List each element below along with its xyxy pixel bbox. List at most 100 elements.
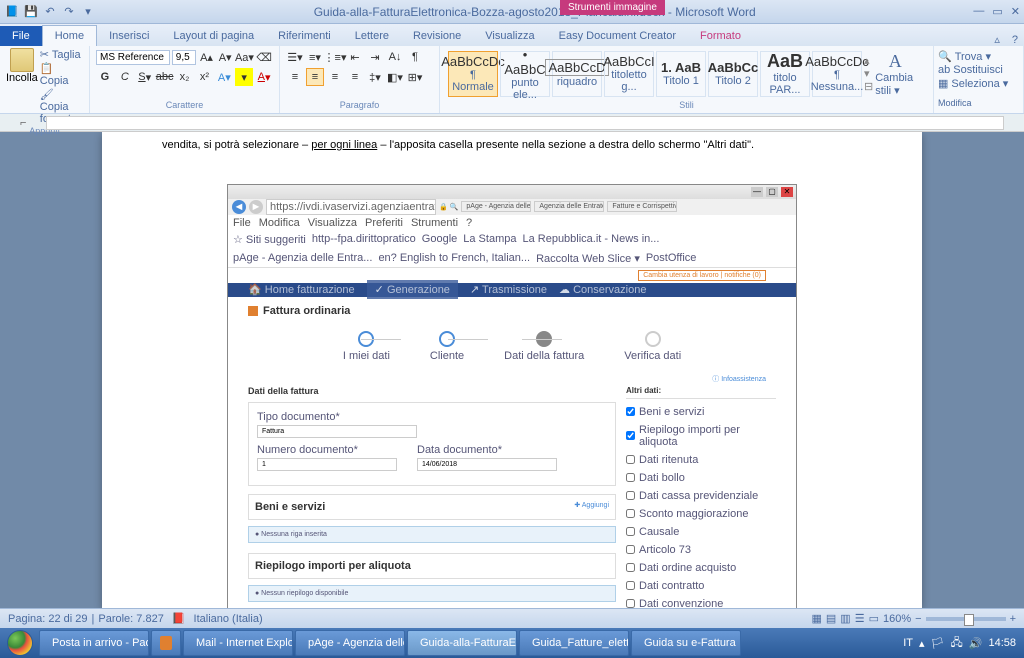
align-center-icon[interactable]: ≡ <box>306 68 324 86</box>
tray-lang[interactable]: IT <box>903 637 913 649</box>
status-page[interactable]: Pagina: 22 di 29 <box>8 613 88 625</box>
style-titoletto[interactable]: AaBbCcItitoletto g... <box>604 51 654 97</box>
view-print-icon[interactable]: ▦ <box>811 612 821 625</box>
status-words[interactable]: Parole: 7.827 <box>98 613 163 625</box>
taskbar-outlook[interactable]: Posta in arrivo - Paol... <box>39 630 149 656</box>
numbering-icon[interactable]: ≡▾ <box>306 48 324 66</box>
tab-formato[interactable]: Formato <box>688 26 753 46</box>
tab-file[interactable]: File <box>0 26 42 46</box>
taskbar-firefox[interactable] <box>151 630 181 656</box>
copy-button[interactable]: 📋 Copia <box>40 62 83 87</box>
zoom-in-icon[interactable]: + <box>1010 613 1016 625</box>
view-web-icon[interactable]: ▥ <box>840 612 850 625</box>
bullets-icon[interactable]: ☰▾ <box>286 48 304 66</box>
font-name-select[interactable]: MS Reference <box>96 50 170 65</box>
document-area[interactable]: vendita, si potrà selezionare – per ogni… <box>0 132 1024 608</box>
undo-icon[interactable]: ↶ <box>42 4 58 20</box>
font-size-select[interactable]: 9,5 <box>172 50 196 65</box>
styles-scroll[interactable]: ▴▾⊟ <box>864 54 873 93</box>
ss-tab-1: Agenzia delle Entrate - Impres... <box>534 201 604 212</box>
style-nessuna[interactable]: AaBbCcDc¶ Nessuna... <box>812 51 862 97</box>
zoom-slider[interactable] <box>926 617 1006 621</box>
group-styles: AaBbCcDc¶ Normale • AaBbCpunto ele... Aa… <box>440 46 934 113</box>
show-marks-icon[interactable]: ¶ <box>406 48 424 66</box>
ribbon-min-icon[interactable]: ▵ <box>988 33 1006 46</box>
select-button[interactable]: ▦ Seleziona ▾ <box>938 77 1019 90</box>
restore-icon[interactable]: ▭ <box>992 5 1002 18</box>
align-left-icon[interactable]: ≡ <box>286 68 304 86</box>
tab-lettere[interactable]: Lettere <box>343 26 401 46</box>
style-titolo1[interactable]: 1. AaBTitolo 1 <box>656 51 706 97</box>
status-lang[interactable]: Italiano (Italia) <box>194 613 263 625</box>
qat-more-icon[interactable]: ▾ <box>80 4 96 20</box>
minimize-icon[interactable]: ― <box>973 5 984 18</box>
borders-icon[interactable]: ⊞▾ <box>406 68 424 86</box>
paste-button[interactable]: Incolla <box>6 48 38 125</box>
tab-layout[interactable]: Layout di pagina <box>161 26 266 46</box>
view-draft-icon[interactable]: ▭ <box>869 612 879 625</box>
shrink-font-icon[interactable]: A▾ <box>217 48 234 66</box>
proofing-icon[interactable]: 📕 <box>172 612 186 625</box>
taskbar-explorer[interactable]: Guida su e-Fattura <box>631 630 741 656</box>
image-tools-tab[interactable]: Strumenti immagine <box>560 0 665 15</box>
view-outline-icon[interactable]: ☰ <box>855 612 865 625</box>
tray-flag-icon[interactable]: 🏳 <box>931 637 945 650</box>
view-read-icon[interactable]: ▤ <box>826 612 836 625</box>
tray-clock[interactable]: 14:58 <box>988 637 1016 649</box>
multilevel-icon[interactable]: ⋮≡▾ <box>326 48 344 66</box>
grow-font-icon[interactable]: A▴ <box>198 48 215 66</box>
line-spacing-icon[interactable]: ‡▾ <box>366 68 384 86</box>
subscript-button[interactable]: x₂ <box>176 68 194 86</box>
italic-button[interactable]: C <box>116 68 134 86</box>
titlebar: 📘 💾 ↶ ↷ ▾ Guida-alla-FatturaElettronica-… <box>0 0 1024 24</box>
tray-vol-icon[interactable]: 🔊 <box>969 637 983 650</box>
style-riquadro[interactable]: AaBbCcDriquadro <box>552 51 602 97</box>
bold-button[interactable]: G <box>96 68 114 86</box>
taskbar-word2[interactable]: Guida_Fatture_elettr... <box>519 630 629 656</box>
cut-button[interactable]: ✂ Taglia <box>40 48 83 61</box>
close-icon[interactable]: ✕ <box>1011 5 1020 18</box>
underline-button[interactable]: S▾ <box>136 68 154 86</box>
horizontal-ruler[interactable] <box>46 116 1004 130</box>
tab-riferimenti[interactable]: Riferimenti <box>266 26 343 46</box>
style-titolo2[interactable]: AaBbCcTitolo 2 <box>708 51 758 97</box>
highlight-icon[interactable]: ▾ <box>235 68 253 86</box>
style-punto[interactable]: • AaBbCpunto ele... <box>500 51 550 97</box>
clear-format-icon[interactable]: ⌫ <box>255 48 273 66</box>
redo-icon[interactable]: ↷ <box>61 4 77 20</box>
change-case-icon[interactable]: Aa▾ <box>235 48 253 66</box>
taskbar-ie[interactable]: Mail - Internet Explorer <box>183 630 293 656</box>
font-color-icon[interactable]: A▾ <box>255 68 273 86</box>
zoom-out-icon[interactable]: − <box>915 613 921 625</box>
start-button[interactable] <box>2 629 38 657</box>
save-icon[interactable]: 💾 <box>23 4 39 20</box>
embedded-screenshot-1[interactable]: ―▢✕ ◄ ► https://ivdi.ivaservizi.agenziae… <box>227 184 797 609</box>
replace-button[interactable]: ab Sostituisci <box>938 64 1019 76</box>
strike-button[interactable]: abc <box>156 68 174 86</box>
tab-home[interactable]: Home <box>42 25 97 46</box>
edit-label: Modifica <box>938 97 1019 109</box>
text-effects-icon[interactable]: A▾ <box>215 68 233 86</box>
tab-inserisci[interactable]: Inserisci <box>97 26 161 46</box>
tab-visualizza[interactable]: Visualizza <box>473 26 546 46</box>
find-button[interactable]: 🔍 Trova ▾ <box>938 50 1019 63</box>
style-normale[interactable]: AaBbCcDc¶ Normale <box>448 51 498 97</box>
tray-up-icon[interactable]: ▴ <box>919 637 925 650</box>
ss-alert-1: ● Nessuna riga inserita <box>248 526 616 543</box>
taskbar-page[interactable]: pAge - Agenzia delle... <box>295 630 405 656</box>
justify-icon[interactable]: ≡ <box>346 68 364 86</box>
superscript-button[interactable]: x² <box>196 68 214 86</box>
tray-net-icon[interactable]: 🖧 <box>951 634 963 653</box>
change-styles-button[interactable]: ACambia stili ▾ <box>875 51 915 97</box>
indent-icon[interactable]: ⇥ <box>366 48 384 66</box>
tab-revisione[interactable]: Revisione <box>401 26 473 46</box>
sort-icon[interactable]: A↓ <box>386 48 404 66</box>
tab-easy[interactable]: Easy Document Creator <box>547 26 688 46</box>
taskbar-word-active[interactable]: Guida-alla-FatturaEle... <box>407 630 517 656</box>
help-icon[interactable]: ? <box>1006 34 1024 46</box>
shading-icon[interactable]: ◧▾ <box>386 68 404 86</box>
align-right-icon[interactable]: ≡ <box>326 68 344 86</box>
zoom-level[interactable]: 160% <box>883 613 911 625</box>
outdent-icon[interactable]: ⇤ <box>346 48 364 66</box>
style-titolopar[interactable]: AaBtitolo PAR... <box>760 51 810 97</box>
